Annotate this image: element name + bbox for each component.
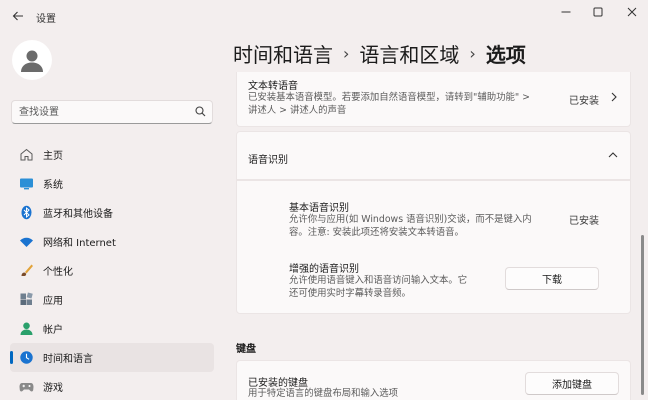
user-icon	[21, 50, 43, 72]
avatar[interactable]	[12, 40, 52, 80]
breadcrumb: 时间和语言 › 语言和区域 › 选项	[233, 38, 526, 68]
home-icon	[18, 147, 34, 163]
close-button[interactable]	[620, 4, 644, 20]
sidebar-item-label: 帐户	[43, 325, 63, 336]
search-box[interactable]	[11, 100, 213, 124]
breadcrumb-time-language[interactable]: 时间和语言	[233, 39, 333, 68]
sidebar-item-home[interactable]: 主页	[10, 140, 214, 169]
sidebar-item-label: 个性化	[43, 267, 73, 278]
maximize-icon	[593, 7, 603, 17]
sidebar-item-label: 应用	[43, 296, 63, 307]
installed-keyboards-desc: 用于特定语言的键盘布局和输入选项	[248, 388, 399, 399]
sidebar-item-gaming[interactable]: 游戏	[10, 372, 214, 400]
tts-desc-line1: 已安装基本语音模型。若要添加自然语音模型，请转到"辅助功能" >	[248, 92, 530, 103]
monitor-icon	[18, 176, 34, 192]
back-arrow-icon	[12, 11, 23, 21]
sidebar-item-accounts[interactable]: 帐户	[10, 314, 214, 343]
basic-speech-desc-line2: 容。注意: 安装此项还将安装文本转语音。	[289, 227, 464, 238]
breadcrumb-separator: ›	[469, 43, 476, 63]
sidebar-item-network[interactable]: 网络和 Internet	[10, 227, 214, 256]
search-icon[interactable]	[195, 106, 206, 120]
basic-speech-title: 基本语音识别	[289, 203, 349, 214]
person-icon	[18, 321, 34, 337]
close-icon	[627, 7, 637, 17]
window-title: 设置	[36, 14, 56, 25]
back-button[interactable]	[8, 6, 28, 26]
sidebar-item-system[interactable]: 系统	[10, 169, 214, 198]
clock-globe-icon	[18, 350, 34, 366]
enhanced-speech-title: 增强的语音识别	[289, 264, 359, 275]
speech-recognition-body: 基本语音识别 允许你与应用(如 Windows 语音识别)交谈，而不是键入内 容…	[236, 180, 631, 314]
sidebar-item-label: 蓝牙和其他设备	[43, 209, 113, 220]
sidebar-item-apps[interactable]: 应用	[10, 285, 214, 314]
breadcrumb-separator: ›	[343, 43, 350, 63]
chevron-up-icon[interactable]	[608, 151, 618, 162]
sidebar-item-label: 主页	[43, 151, 63, 162]
tts-desc-line2: 讲述人 > 讲述人的声音	[248, 105, 347, 116]
sidebar-item-label: 系统	[43, 180, 63, 191]
enhanced-speech-desc-line1: 允许使用语音键入和语音访问输入文本。它	[289, 275, 468, 286]
apps-icon	[18, 292, 34, 308]
speech-recognition-header[interactable]: 语音识别	[236, 131, 631, 180]
basic-speech-status: 已安装	[569, 216, 599, 227]
sidebar-item-time-language[interactable]: 时间和语言	[10, 343, 214, 372]
bluetooth-icon	[18, 205, 34, 221]
chevron-right-icon	[610, 92, 618, 105]
enhanced-speech-desc-line2: 还可使用实时字幕转录音频。	[289, 288, 411, 299]
scrollbar[interactable]	[641, 235, 644, 395]
minimize-button[interactable]	[554, 4, 578, 20]
wifi-icon	[18, 234, 34, 250]
brush-icon	[18, 263, 34, 279]
sidebar-item-personalization[interactable]: 个性化	[10, 256, 214, 285]
page-title: 选项	[485, 42, 526, 67]
sidebar-nav: 主页 系统 蓝牙和其他设备 网络和 Internet 个性化 应用 帐户 时间和…	[10, 140, 214, 400]
sidebar-item-label: 时间和语言	[43, 354, 93, 365]
search-input[interactable]	[19, 105, 189, 119]
tts-status: 已安装	[569, 96, 599, 107]
installed-keyboards-card: 已安装的键盘 用于特定语言的键盘布局和输入选项 添加键盘	[236, 360, 631, 400]
keyboard-section-label: 键盘	[236, 344, 256, 355]
basic-speech-desc-line1: 允许你与应用(如 Windows 语音识别)交谈，而不是键入内	[289, 214, 532, 225]
add-keyboard-button[interactable]: 添加键盘	[525, 372, 619, 395]
sidebar-item-label: 网络和 Internet	[43, 238, 116, 249]
minimize-icon	[561, 11, 571, 13]
sidebar-item-label: 游戏	[43, 383, 63, 394]
tts-title: 文本转语音	[248, 81, 298, 92]
maximize-button[interactable]	[586, 4, 610, 20]
speech-recognition-title: 语音识别	[248, 155, 288, 166]
gamepad-icon	[18, 379, 34, 395]
text-to-speech-card[interactable]: 文本转语音 已安装基本语音模型。若要添加自然语音模型，请转到"辅助功能" > 讲…	[236, 72, 631, 127]
download-button[interactable]: 下载	[505, 267, 599, 290]
breadcrumb-language-region[interactable]: 语言和区域	[359, 39, 459, 68]
title-bar: 设置	[0, 0, 648, 32]
sidebar-item-bluetooth[interactable]: 蓝牙和其他设备	[10, 198, 214, 227]
